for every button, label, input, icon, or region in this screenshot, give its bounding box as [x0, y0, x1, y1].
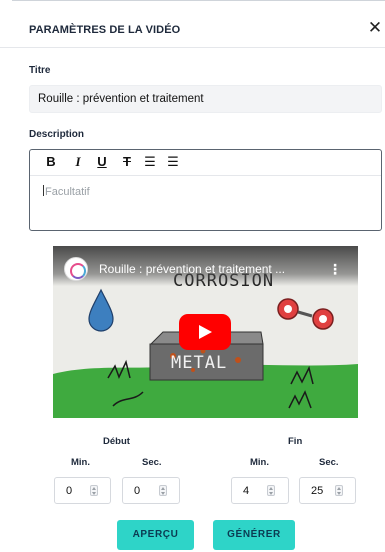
end-seconds-value: 25	[311, 485, 324, 497]
end-sec-label: Sec.	[319, 457, 339, 468]
strikethrough-button[interactable]: T	[118, 153, 136, 171]
underline-button[interactable]: U	[93, 153, 111, 171]
description-placeholder: Facultatif	[45, 186, 90, 198]
video-embed[interactable]: CORROSION METAL Rouille : prévention et …	[53, 246, 358, 418]
bullet-list-icon[interactable]: ☰	[164, 153, 182, 171]
description-textarea[interactable]: Facultatif	[31, 177, 380, 229]
dialog-title: PARAMÈTRES DE LA VIDÉO	[29, 24, 181, 36]
generate-button[interactable]: GÉNÉRER	[213, 520, 295, 550]
start-min-label: Min.	[71, 457, 90, 468]
end-heading: Fin	[288, 436, 303, 447]
end-minutes-value: 4	[243, 485, 250, 497]
end-seconds-stepper[interactable]	[335, 485, 343, 496]
close-icon[interactable]: ✕	[366, 18, 384, 38]
preview-button[interactable]: APERÇU	[117, 520, 194, 550]
channel-avatar[interactable]	[64, 257, 88, 281]
italic-button[interactable]: I	[69, 153, 87, 171]
end-seconds-input[interactable]: 25	[299, 477, 356, 504]
end-minutes-stepper[interactable]	[267, 485, 275, 496]
description-editor: B I U T ☰ ☰ Facultatif	[29, 149, 382, 231]
svg-text:METAL: METAL	[171, 353, 227, 373]
video-title[interactable]: Rouille : prévention et traitement ...	[99, 262, 285, 276]
start-seconds-input[interactable]: 0	[122, 477, 180, 504]
more-options-icon[interactable]: ⋮	[328, 261, 342, 278]
end-minutes-input[interactable]: 4	[231, 477, 289, 504]
dialog-header: PARAMÈTRES DE LA VIDÉO ✕	[0, 12, 385, 48]
start-seconds-stepper[interactable]	[159, 485, 167, 496]
end-min-label: Min.	[250, 457, 269, 468]
window-top-edge	[12, 0, 385, 8]
ordered-list-icon[interactable]: ☰	[141, 153, 159, 171]
description-label: Description	[29, 129, 85, 140]
play-button[interactable]	[179, 314, 231, 350]
title-label: Titre	[29, 65, 51, 76]
start-seconds-value: 0	[134, 485, 141, 497]
start-heading: Début	[103, 436, 130, 447]
text-caret	[43, 185, 44, 196]
bold-button[interactable]: B	[42, 153, 60, 171]
editor-toolbar: B I U T ☰ ☰	[30, 150, 381, 176]
start-minutes-stepper[interactable]	[90, 485, 98, 496]
start-minutes-input[interactable]: 0	[54, 477, 111, 504]
title-input[interactable]: Rouille : prévention et traitement	[29, 85, 382, 113]
start-minutes-value: 0	[66, 485, 73, 497]
start-sec-label: Sec.	[142, 457, 162, 468]
